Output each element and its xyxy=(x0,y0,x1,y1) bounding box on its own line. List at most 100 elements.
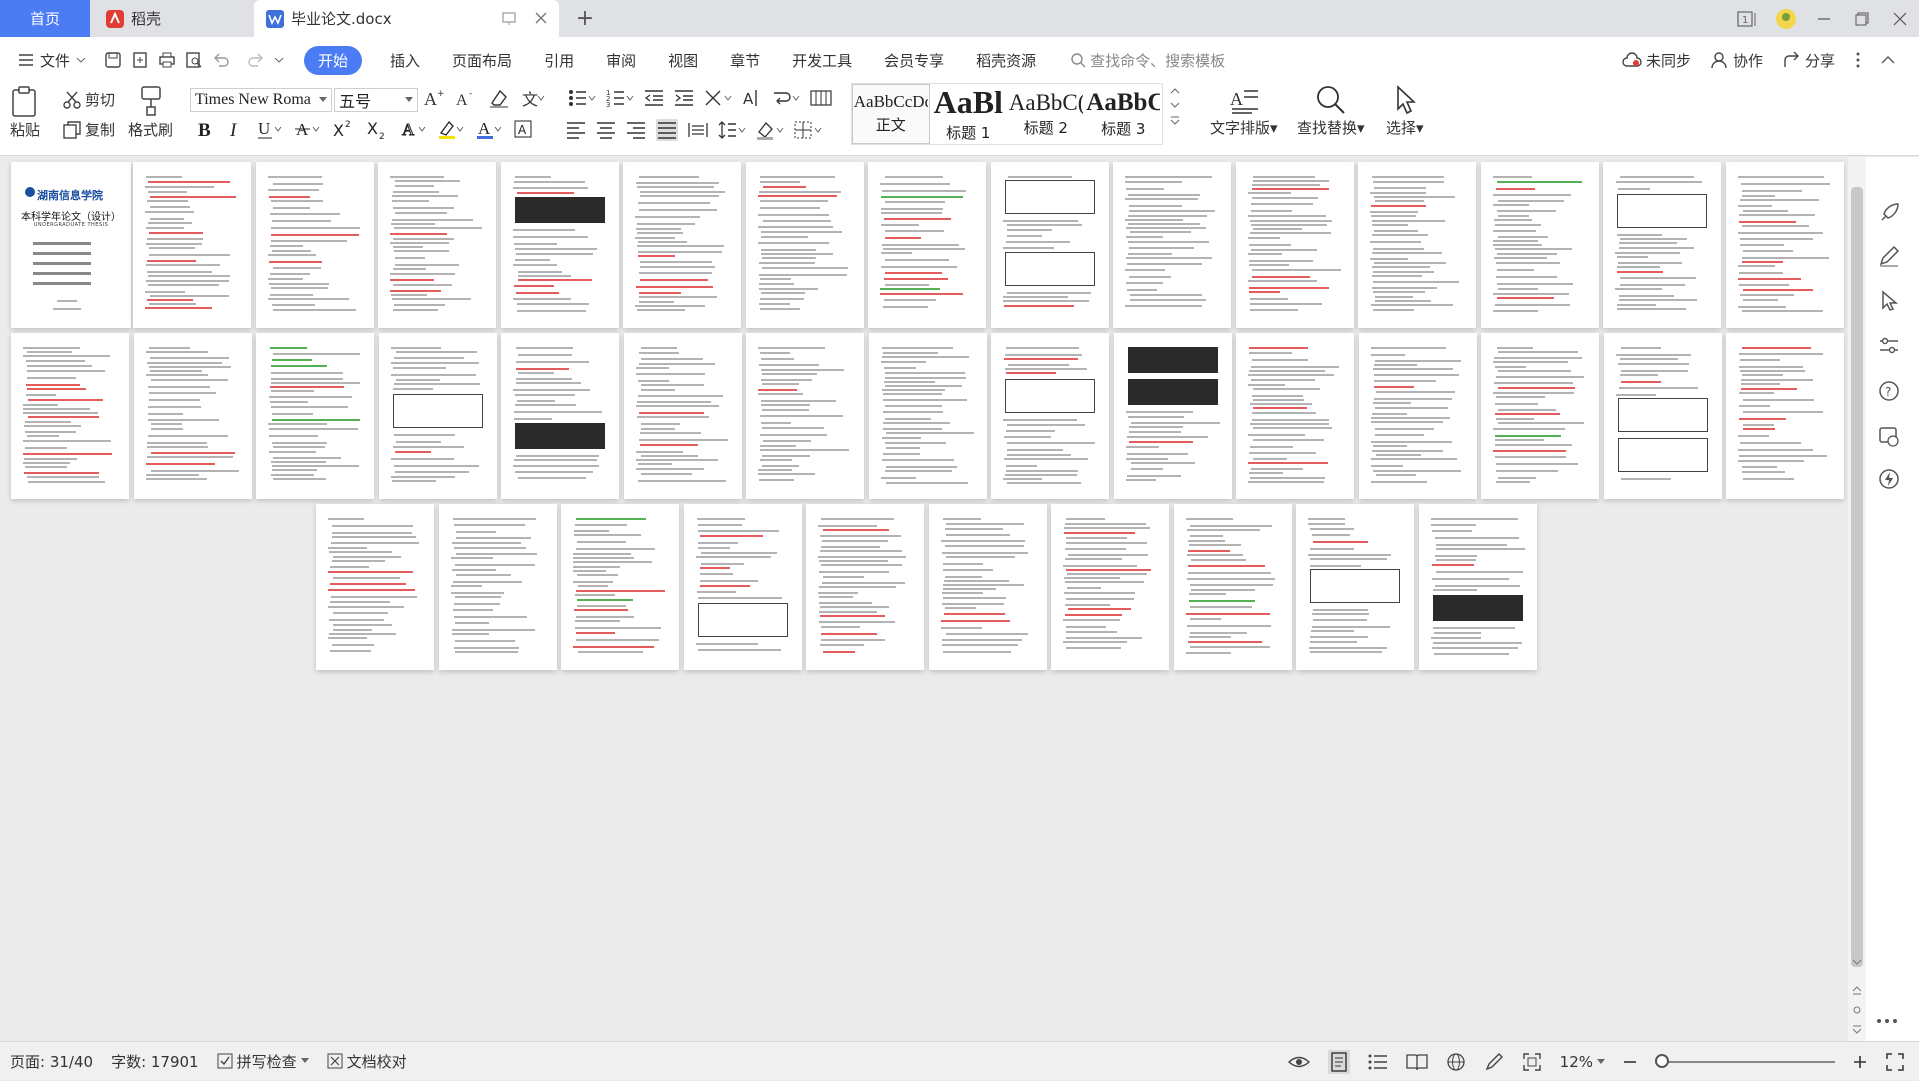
page-view-icon[interactable] xyxy=(1327,1049,1350,1074)
undo-icon[interactable] xyxy=(212,51,234,69)
page-thumbnail[interactable] xyxy=(133,333,252,499)
page-thumbnail[interactable] xyxy=(11,333,129,499)
borders-icon[interactable] xyxy=(794,120,822,140)
sync-status[interactable]: 未同步 xyxy=(1622,50,1691,71)
strikethrough-icon[interactable]: A xyxy=(294,118,320,140)
tab-document[interactable]: 毕业论文.docx xyxy=(254,0,559,37)
page-thumbnail[interactable] xyxy=(1603,162,1721,328)
pointer-icon[interactable] xyxy=(1878,290,1900,312)
vertical-scrollbar[interactable] xyxy=(1848,157,1866,1041)
scroll-down-icon[interactable] xyxy=(1852,958,1862,966)
file-menu[interactable]: 文件 xyxy=(18,50,86,71)
page-thumbnail[interactable] xyxy=(868,333,987,499)
page-thumbnail-cover[interactable]: 湖南信息学院 本科学年论文（设计） UNDERGRADUATE THESIS xyxy=(11,162,131,328)
font-family-select[interactable]: Times New Roma xyxy=(190,88,332,112)
text-layout-button[interactable]: A 文字排版▾ xyxy=(1210,85,1278,138)
zoom-in-icon[interactable] xyxy=(1853,1055,1867,1069)
italic-icon[interactable]: I xyxy=(226,118,244,140)
page-thumbnail[interactable] xyxy=(746,333,864,499)
line-spacing-icon[interactable] xyxy=(718,120,746,140)
shading-icon[interactable] xyxy=(756,120,784,140)
page-thumbnail[interactable] xyxy=(990,162,1109,328)
justify-icon[interactable] xyxy=(656,119,678,141)
more-chevron-icon[interactable] xyxy=(274,56,284,64)
format-painter-button[interactable]: 格式刷 xyxy=(128,85,173,140)
document-canvas[interactable]: 湖南信息学院 本科学年论文（设计） UNDERGRADUATE THESIS xyxy=(0,157,1848,1041)
page-thumbnail[interactable] xyxy=(378,162,496,328)
page-thumbnail[interactable] xyxy=(1358,333,1477,499)
writing-mode-icon[interactable] xyxy=(1484,1052,1504,1072)
spell-check-button[interactable]: 拼写检查 xyxy=(217,1051,309,1072)
align-left-icon[interactable] xyxy=(566,120,586,140)
page-thumbnail[interactable] xyxy=(255,162,374,328)
numbered-list-icon[interactable]: 123 xyxy=(606,88,634,108)
copy-button[interactable]: 复制 xyxy=(62,119,115,140)
tab-developer[interactable]: 开发工具 xyxy=(792,50,852,71)
chinese-layout-icon[interactable] xyxy=(704,88,732,108)
doc-proof-button[interactable]: 文档校对 xyxy=(327,1051,407,1072)
page-thumbnail[interactable] xyxy=(623,333,742,499)
tab-home[interactable]: 首页 xyxy=(0,0,90,37)
text-effect-icon[interactable]: A xyxy=(400,118,426,140)
style-heading-3[interactable]: AaBbC 标题 3 xyxy=(1085,84,1163,144)
page-thumbnail[interactable] xyxy=(1725,162,1844,328)
select-button[interactable]: 选择▾ xyxy=(1386,85,1424,138)
new-tab-button[interactable]: + xyxy=(570,0,600,37)
lightning-icon[interactable] xyxy=(1878,468,1900,490)
close-window-icon[interactable] xyxy=(1881,0,1919,37)
tab-list-icon[interactable]: 1 xyxy=(1729,0,1767,37)
font-size-select[interactable]: 五号 xyxy=(334,88,418,112)
web-layout-icon[interactable] xyxy=(1446,1052,1466,1072)
save-icon[interactable] xyxy=(104,51,122,69)
paste-button[interactable]: 粘贴 xyxy=(10,85,40,140)
tab-start[interactable]: 开始 xyxy=(304,45,363,75)
page-indicator[interactable]: 页面: 31/40 xyxy=(10,1051,93,1072)
print-preview-icon[interactable] xyxy=(185,51,203,69)
share-button[interactable]: 分享 xyxy=(1783,50,1835,71)
tab-references[interactable]: 引用 xyxy=(544,50,574,71)
shrink-font-icon[interactable]: A- xyxy=(456,87,478,109)
style-normal[interactable]: AaBbCcDd 正文 xyxy=(852,84,930,144)
tab-docer[interactable]: 稻壳 xyxy=(94,0,249,37)
align-right-icon[interactable] xyxy=(626,120,646,140)
font-color-icon[interactable]: A xyxy=(476,118,502,140)
redo-icon[interactable] xyxy=(243,51,265,69)
tab-page-layout[interactable]: 页面布局 xyxy=(452,50,512,71)
close-tab-icon[interactable] xyxy=(533,10,549,26)
bold-icon[interactable]: B xyxy=(196,118,214,140)
sliders-icon[interactable] xyxy=(1878,335,1900,357)
tab-docer-resources[interactable]: 稻壳资源 xyxy=(976,50,1036,71)
page-thumbnail[interactable] xyxy=(1418,504,1537,670)
page-thumbnail[interactable] xyxy=(1235,162,1354,328)
pen-edit-icon[interactable] xyxy=(1878,245,1900,267)
image-translate-icon[interactable] xyxy=(1878,425,1900,447)
decrease-indent-icon[interactable] xyxy=(644,88,664,108)
underline-icon[interactable]: U xyxy=(256,118,282,140)
fit-page-icon[interactable] xyxy=(1522,1052,1542,1072)
line-break-icon[interactable] xyxy=(772,88,800,108)
restore-icon[interactable] xyxy=(1843,0,1881,37)
export-pdf-icon[interactable] xyxy=(131,51,149,69)
zoom-level[interactable]: 12% xyxy=(1560,1053,1605,1071)
page-thumbnail[interactable] xyxy=(1051,504,1169,670)
scrollbar-thumb[interactable] xyxy=(1851,187,1863,967)
collapse-ribbon-icon[interactable] xyxy=(1881,55,1895,65)
help-icon[interactable]: ? xyxy=(1878,380,1900,402)
char-border-icon[interactable]: A xyxy=(514,118,534,140)
prev-page-icon[interactable] xyxy=(1852,985,1862,995)
style-heading-2[interactable]: AaBbC( 标题 2 xyxy=(1007,84,1085,144)
page-thumbnail[interactable] xyxy=(1603,333,1722,499)
avatar[interactable] xyxy=(1767,0,1805,37)
text-direction-icon[interactable]: A xyxy=(742,88,762,108)
page-thumbnail[interactable] xyxy=(561,504,679,670)
page-thumbnail[interactable] xyxy=(378,333,497,499)
page-thumbnail[interactable] xyxy=(928,504,1047,670)
style-heading-1[interactable]: AaBl 标题 1 xyxy=(930,84,1008,144)
cut-button[interactable]: 剪切 xyxy=(62,89,115,110)
tab-view[interactable]: 视图 xyxy=(668,50,698,71)
page-thumbnail[interactable] xyxy=(991,333,1109,499)
float-window-icon[interactable] xyxy=(501,10,517,26)
pinyin-icon[interactable]: 文 xyxy=(520,87,546,109)
page-thumbnail[interactable] xyxy=(316,504,434,670)
outline-view-icon[interactable] xyxy=(1368,1053,1388,1071)
